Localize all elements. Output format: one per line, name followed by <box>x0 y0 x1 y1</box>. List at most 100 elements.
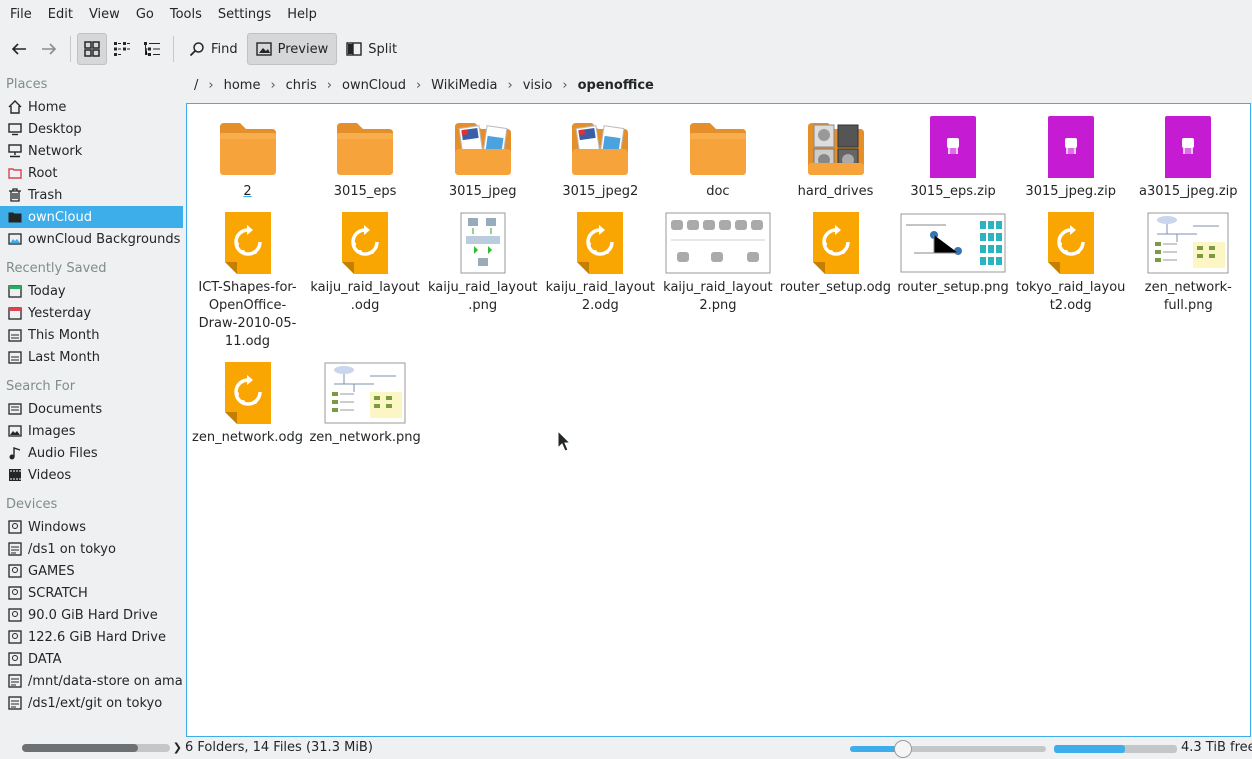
odg-document-icon <box>542 207 659 279</box>
breadcrumb-openoffice[interactable]: openoffice <box>570 78 662 93</box>
sidebar-item-this-month[interactable]: This Month <box>0 324 183 346</box>
sidebar-item-label: Root <box>28 165 58 181</box>
file-item[interactable]: zen_network.odg <box>189 357 306 447</box>
menu-view[interactable]: View <box>81 0 128 30</box>
sidebar-item-owncloud-backgrounds[interactable]: ownCloud Backgrounds <box>0 228 183 250</box>
network-drive-icon <box>8 674 22 688</box>
sidebar-item-122gib-drive[interactable]: 122.6 GiB Hard Drive <box>0 626 183 648</box>
find-label: Find <box>211 41 238 57</box>
zoom-slider[interactable] <box>850 740 1046 758</box>
sidebar-item-home[interactable]: Home <box>0 96 183 118</box>
image-thumbnail <box>659 207 776 279</box>
scrollbar-thumb[interactable] <box>22 744 138 752</box>
zip-archive-icon <box>895 111 1012 183</box>
chevron-right-icon[interactable]: › <box>206 78 215 93</box>
chevron-right-icon[interactable]: › <box>268 78 277 93</box>
forward-button[interactable] <box>34 33 64 65</box>
sidebar-scrollbar[interactable]: ❯ <box>8 741 182 754</box>
file-item[interactable]: 3015_eps.zip <box>895 111 1012 201</box>
chevron-right-icon[interactable]: › <box>506 78 515 93</box>
sidebar-item-90gib-drive[interactable]: 90.0 GiB Hard Drive <box>0 604 183 626</box>
file-item[interactable]: 3015_eps <box>307 111 424 201</box>
sidebar-item-today[interactable]: Today <box>0 280 183 302</box>
breadcrumb-chris[interactable]: chris <box>278 78 325 93</box>
sidebar-item-documents[interactable]: Documents <box>0 398 183 420</box>
sidebar-item-owncloud[interactable]: ownCloud <box>0 206 183 228</box>
sidebar-item-windows[interactable]: Windows <box>0 516 183 538</box>
file-item[interactable]: 3015_jpeg.zip <box>1012 111 1129 201</box>
breadcrumb-home[interactable]: home <box>216 78 269 93</box>
chevron-right-icon[interactable]: › <box>414 78 423 93</box>
breadcrumb-root[interactable]: / <box>186 78 206 93</box>
find-button[interactable]: Find <box>180 33 247 65</box>
sidebar-item-label: /ds1/ext/git on tokyo <box>28 695 163 711</box>
split-button[interactable]: Split <box>337 33 406 65</box>
sidebar-item-label: DATA <box>28 651 62 667</box>
image-thumbnail <box>895 207 1012 279</box>
toolbar: Find Preview Split <box>0 30 1252 68</box>
sidebar-item-videos[interactable]: Videos <box>0 464 183 486</box>
sidebar-item-data[interactable]: DATA <box>0 648 183 670</box>
menu-help[interactable]: Help <box>279 0 325 30</box>
menu-go[interactable]: Go <box>128 0 162 30</box>
folder-icon <box>307 111 424 183</box>
file-item[interactable]: 3015_jpeg <box>424 111 541 201</box>
chevron-right-icon[interactable]: › <box>560 78 569 93</box>
menu-file[interactable]: File <box>2 0 40 30</box>
menu-edit[interactable]: Edit <box>40 0 81 30</box>
document-icon <box>8 402 22 416</box>
file-item[interactable]: router_setup.odg <box>777 207 894 297</box>
file-item[interactable]: kaiju_raid_layout2.odg <box>542 207 659 315</box>
menu-settings[interactable]: Settings <box>210 0 279 30</box>
file-item[interactable]: kaiju_raid_layout.png <box>424 207 541 315</box>
back-button[interactable] <box>4 33 34 65</box>
preview-button[interactable]: Preview <box>246 33 338 65</box>
sidebar-item-root[interactable]: Root <box>0 162 183 184</box>
breadcrumb-wikimedia[interactable]: WikiMedia <box>423 78 505 93</box>
chevron-right-icon[interactable]: ❯ <box>173 741 182 754</box>
compact-view-button[interactable] <box>107 33 137 65</box>
sidebar-item-network[interactable]: Network <box>0 140 183 162</box>
details-view-button[interactable] <box>137 33 167 65</box>
zip-archive-icon <box>1012 111 1129 183</box>
calendar-icon <box>8 350 22 364</box>
sidebar-item-images[interactable]: Images <box>0 420 183 442</box>
sidebar-item-label: Yesterday <box>28 305 92 321</box>
folder-red-icon <box>8 166 22 180</box>
sidebar-item-label: Last Month <box>28 349 100 365</box>
sidebar-item-ds1-tokyo[interactable]: /ds1 on tokyo <box>0 538 183 560</box>
file-view[interactable]: 2 3015_eps 3015_jpeg 3015_jpeg2 doc hard_driv… <box>186 103 1251 737</box>
sidebar-item-label: Trash <box>28 187 63 203</box>
menu-tools[interactable]: Tools <box>162 0 210 30</box>
file-item[interactable]: a3015_jpeg.zip <box>1130 111 1247 201</box>
file-item[interactable]: doc <box>659 111 776 201</box>
file-item[interactable]: tokyo_raid_layout2.odg <box>1012 207 1129 315</box>
file-item[interactable]: kaiju_raid_layout2.png <box>659 207 776 315</box>
sidebar-item-label: /ds1 on tokyo <box>28 541 116 557</box>
sidebar-item-trash[interactable]: Trash <box>0 184 183 206</box>
sidebar-item-games[interactable]: GAMES <box>0 560 183 582</box>
zoom-slider-handle[interactable] <box>893 740 912 758</box>
file-item[interactable]: router_setup.png <box>895 207 1012 297</box>
sidebar-item-data-store[interactable]: /mnt/data-store on amate <box>0 670 183 692</box>
sidebar-item-git-tokyo[interactable]: /ds1/ext/git on tokyo <box>0 692 183 714</box>
sidebar-item-desktop[interactable]: Desktop <box>0 118 183 140</box>
sidebar-item-scratch[interactable]: SCRATCH <box>0 582 183 604</box>
sidebar-item-last-month[interactable]: Last Month <box>0 346 183 368</box>
file-item[interactable]: zen_network.png <box>307 357 424 447</box>
odg-document-icon <box>189 207 306 279</box>
file-item[interactable]: ICT-Shapes-for-OpenOffice-Draw-2010-05-1… <box>189 207 306 351</box>
chevron-right-icon[interactable]: › <box>325 78 334 93</box>
file-item[interactable]: hard_drives <box>777 111 894 201</box>
file-item[interactable]: zen_network-full.png <box>1130 207 1247 315</box>
odg-document-icon <box>307 207 424 279</box>
sidebar-item-audio-files[interactable]: Audio Files <box>0 442 183 464</box>
breadcrumb-visio[interactable]: visio <box>515 78 561 93</box>
odg-document-icon <box>1012 207 1129 279</box>
icons-view-button[interactable] <box>77 33 107 65</box>
file-item[interactable]: 2 <box>189 111 306 201</box>
breadcrumb-owncloud[interactable]: ownCloud <box>334 78 414 93</box>
file-item[interactable]: 3015_jpeg2 <box>542 111 659 201</box>
file-item[interactable]: kaiju_raid_layout.odg <box>307 207 424 315</box>
sidebar-item-yesterday[interactable]: Yesterday <box>0 302 183 324</box>
